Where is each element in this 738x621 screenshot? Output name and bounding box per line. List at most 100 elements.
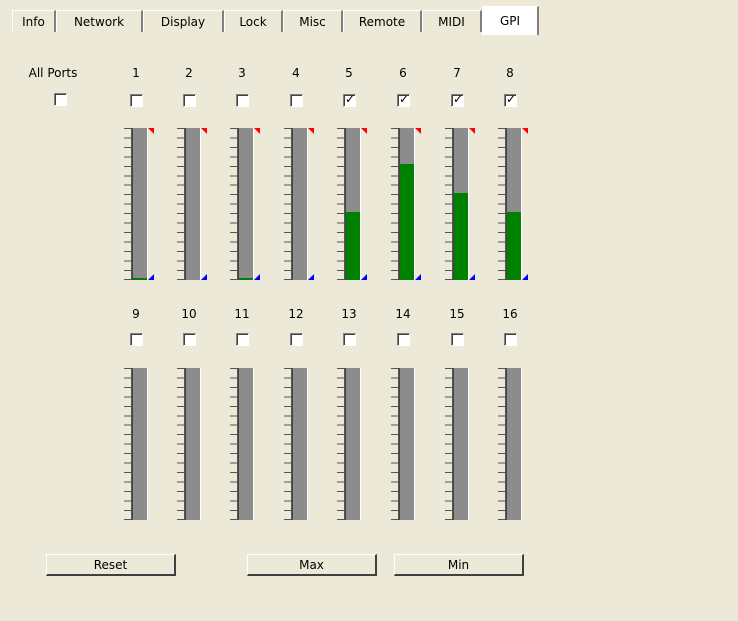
port-level-meter — [124, 368, 154, 520]
max-marker-icon — [254, 128, 260, 134]
port-level-meter — [337, 128, 367, 280]
port-checkbox[interactable]: ✓ — [451, 92, 464, 107]
meter-scale — [337, 368, 345, 520]
max-button[interactable]: Max — [247, 554, 377, 576]
meter-fill — [239, 278, 253, 280]
meter-scale — [445, 128, 453, 280]
meter-fill — [454, 193, 468, 280]
all-ports-checkbox[interactable] — [54, 93, 67, 106]
meter-scale — [391, 128, 399, 280]
meter-fill — [507, 211, 521, 280]
check-mark-icon: ✓ — [399, 92, 410, 106]
port-checkbox[interactable] — [504, 333, 517, 346]
min-button[interactable]: Min — [394, 554, 524, 576]
port-checkbox[interactable] — [236, 94, 249, 107]
meter-scale — [391, 368, 399, 520]
port-level-meter — [284, 128, 314, 280]
port-level-meter — [230, 368, 260, 520]
port-label: 14 — [395, 307, 411, 321]
port-checkbox[interactable] — [290, 94, 303, 107]
port-label: 12 — [288, 307, 304, 321]
min-marker-icon — [308, 274, 314, 280]
port-level-meter — [337, 368, 367, 520]
port-checkbox[interactable]: ✓ — [397, 92, 410, 107]
port-checkbox[interactable] — [290, 333, 303, 346]
port-label: 4 — [292, 66, 300, 80]
port-label: 6 — [399, 66, 407, 80]
port-checkbox[interactable]: ✓ — [343, 92, 356, 107]
tab-lock[interactable]: Lock — [224, 10, 283, 32]
max-marker-icon — [469, 128, 475, 134]
max-marker-icon — [415, 128, 421, 134]
tab-network[interactable]: Network — [56, 10, 143, 32]
port-checkbox[interactable] — [130, 94, 143, 107]
meter-scale — [177, 128, 185, 280]
max-marker-icon — [201, 128, 207, 134]
min-marker-icon — [361, 274, 367, 280]
min-marker-icon — [254, 274, 260, 280]
port-label: 7 — [453, 66, 461, 80]
meter-fill — [133, 278, 147, 280]
meter-scale — [230, 368, 238, 520]
port-label: 8 — [506, 66, 514, 80]
port-checkbox[interactable] — [343, 333, 356, 346]
meter-scale — [124, 368, 132, 520]
meter-bar — [506, 368, 522, 520]
tab-midi[interactable]: MIDI — [422, 10, 482, 32]
check-mark-icon: ✓ — [345, 92, 356, 106]
tab-gpi[interactable]: GPI — [482, 6, 539, 35]
meter-bar — [453, 128, 469, 280]
tab-remote[interactable]: Remote — [343, 10, 422, 32]
port-label: 9 — [132, 307, 140, 321]
port-label: 2 — [185, 66, 193, 80]
port-level-meter — [445, 128, 475, 280]
tab-info[interactable]: Info — [12, 10, 56, 32]
port-level-meter — [498, 368, 528, 520]
port-level-meter — [391, 368, 421, 520]
port-label: 1 — [132, 66, 140, 80]
meter-fill — [400, 164, 414, 280]
meter-bar — [399, 368, 415, 520]
port-label: 16 — [502, 307, 518, 321]
max-marker-icon — [148, 128, 154, 134]
meter-bar — [132, 128, 148, 280]
meter-scale — [498, 368, 506, 520]
port-level-meter — [177, 368, 207, 520]
gpi-panel: All Ports Reset Max Min 1 2 3 4 5 ✓ 6 ✓ 7 ✓ 8 ✓ 9 10 1… — [12, 32, 726, 615]
port-checkbox[interactable] — [130, 333, 143, 346]
meter-bar — [292, 128, 308, 280]
port-checkbox[interactable] — [183, 94, 196, 107]
port-level-meter — [230, 128, 260, 280]
max-marker-icon — [308, 128, 314, 134]
port-level-meter — [124, 128, 154, 280]
port-checkbox[interactable]: ✓ — [504, 92, 517, 107]
check-mark-icon: ✓ — [453, 92, 464, 106]
port-label: 13 — [341, 307, 357, 321]
max-marker-icon — [361, 128, 367, 134]
meter-scale — [284, 368, 292, 520]
meter-scale — [124, 128, 132, 280]
reset-button[interactable]: Reset — [46, 554, 176, 576]
port-checkbox[interactable] — [397, 333, 410, 346]
port-checkbox[interactable] — [183, 333, 196, 346]
meter-bar — [185, 368, 201, 520]
tab-display[interactable]: Display — [143, 10, 224, 32]
meter-scale — [230, 128, 238, 280]
port-level-meter — [284, 368, 314, 520]
all-ports-label: All Ports — [28, 66, 78, 80]
meter-bar — [345, 128, 361, 280]
meter-scale — [284, 128, 292, 280]
meter-scale — [337, 128, 345, 280]
port-level-meter — [498, 128, 528, 280]
min-marker-icon — [148, 274, 154, 280]
meter-bar — [506, 128, 522, 280]
min-marker-icon — [522, 274, 528, 280]
tab-misc[interactable]: Misc — [283, 10, 343, 32]
meter-scale — [498, 128, 506, 280]
port-checkbox[interactable] — [451, 333, 464, 346]
min-marker-icon — [469, 274, 475, 280]
port-checkbox[interactable] — [236, 333, 249, 346]
meter-bar — [132, 368, 148, 520]
meter-bar — [238, 368, 254, 520]
meter-fill — [346, 211, 360, 280]
